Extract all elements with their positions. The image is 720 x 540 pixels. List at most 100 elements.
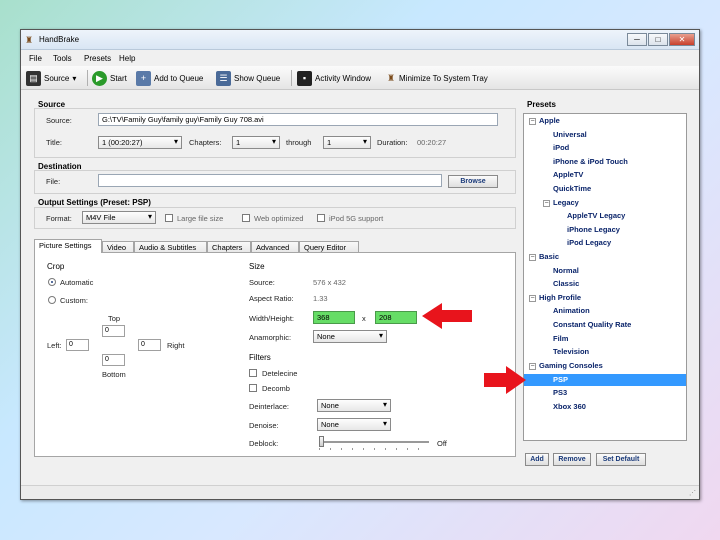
large-file-checkbox[interactable]: [165, 214, 173, 222]
detelecine-checkbox[interactable]: [249, 369, 257, 377]
red-arrow-left-annotation: [422, 303, 472, 329]
collapse-toggle-icon[interactable]: −: [529, 294, 536, 302]
deblock-value: Off: [437, 439, 447, 448]
preset-item[interactable]: Film: [553, 334, 568, 343]
collapse-toggle-icon[interactable]: −: [543, 199, 550, 207]
tray-icon: ♜: [386, 72, 396, 83]
ipod-5g-label: iPod 5G support: [329, 214, 384, 223]
crop-custom-label: Custom:: [60, 296, 88, 305]
source-button[interactable]: ▤ Source ▾: [26, 69, 76, 87]
collapse-toggle-icon[interactable]: −: [529, 362, 536, 370]
duration-value: 00:20:27: [417, 138, 447, 147]
preset-item[interactable]: Legacy: [553, 198, 579, 207]
source-path-field[interactable]: G:\TV\Family Guy\family guy\Family Guy 7…: [98, 113, 498, 126]
slider-track: [319, 441, 429, 443]
preset-item[interactable]: iPhone Legacy: [567, 225, 620, 234]
deinterlace-select[interactable]: None: [317, 399, 391, 412]
minimize-tray-button[interactable]: ♜ Minimize To System Tray: [386, 69, 488, 87]
denoise-select[interactable]: None: [317, 418, 391, 431]
aspect-ratio-value: 1.33: [313, 294, 328, 303]
denoise-label: Denoise:: [249, 421, 279, 430]
window-controls: ─ □ ✕: [627, 33, 695, 46]
duration-label: Duration:: [377, 138, 408, 147]
decomb-checkbox[interactable]: [249, 384, 257, 392]
crop-right-spinner[interactable]: 0: [138, 339, 161, 351]
handbrake-window: ♜ HandBrake ─ □ ✕ File Tools Presets Hel…: [20, 29, 700, 500]
preset-item[interactable]: Television: [553, 347, 589, 356]
large-file-label: Large file size: [177, 214, 224, 223]
crop-bottom-label: Bottom: [102, 370, 126, 379]
preset-item[interactable]: PS3: [553, 388, 567, 397]
preset-item[interactable]: Animation: [553, 306, 590, 315]
show-queue-button[interactable]: ☰ Show Queue: [216, 69, 280, 87]
preset-item[interactable]: Classic: [553, 279, 579, 288]
title-select[interactable]: 1 (00:20:27): [98, 136, 182, 149]
preset-item[interactable]: Constant Quality Rate: [553, 320, 631, 329]
preset-item[interactable]: iPod: [553, 143, 569, 152]
minimize-button[interactable]: ─: [627, 33, 647, 46]
add-preset-button[interactable]: Add: [525, 453, 549, 466]
crop-automatic-radio[interactable]: [48, 278, 56, 286]
menu-help[interactable]: Help: [119, 54, 135, 63]
picture-settings-pane: Crop Automatic Custom: Top 0 Left: 0 0 R…: [34, 252, 516, 457]
preset-item[interactable]: PSP: [524, 374, 686, 387]
preset-item[interactable]: Xbox 360: [553, 402, 586, 411]
remove-preset-button[interactable]: Remove: [553, 453, 591, 466]
preset-item[interactable]: High Profile: [539, 293, 581, 302]
decomb-label: Decomb: [262, 384, 290, 393]
handbrake-app-icon: ♜: [25, 35, 34, 45]
tab-picture-settings[interactable]: Picture Settings: [34, 239, 102, 253]
preset-item[interactable]: Apple: [539, 116, 560, 125]
close-button[interactable]: ✕: [669, 33, 695, 46]
source-button-label: Source: [44, 73, 70, 83]
size-source-value: 576 x 432: [313, 278, 346, 287]
destination-file-field[interactable]: [98, 174, 442, 187]
menu-tools[interactable]: Tools: [53, 54, 72, 63]
start-button[interactable]: ▶ Start: [92, 69, 127, 87]
preset-item[interactable]: AppleTV Legacy: [567, 211, 625, 220]
chapter-end-select[interactable]: 1: [323, 136, 371, 149]
preset-item[interactable]: Basic: [539, 252, 559, 261]
format-select[interactable]: M4V File: [82, 211, 156, 224]
add-to-queue-button[interactable]: + Add to Queue: [136, 69, 203, 87]
crop-left-spinner[interactable]: 0: [66, 339, 89, 351]
width-field[interactable]: 368: [313, 311, 355, 324]
preset-item[interactable]: Gaming Consoles: [539, 361, 603, 370]
title-label: Title:: [46, 138, 62, 147]
browse-button[interactable]: Browse: [448, 175, 498, 188]
preset-item[interactable]: iPod Legacy: [567, 238, 611, 247]
crop-header: Crop: [47, 262, 65, 271]
web-optimized-label: Web optimized: [254, 214, 304, 223]
output-settings-header: Output Settings (Preset: PSP): [38, 198, 151, 207]
maximize-button[interactable]: □: [648, 33, 668, 46]
toolbar: ▤ Source ▾ ▶ Start + Add to Queue ☰ Show…: [21, 66, 699, 90]
crop-right-label: Right: [167, 341, 185, 350]
preset-item[interactable]: iPhone & iPod Touch: [553, 157, 628, 166]
chapters-label: Chapters:: [189, 138, 222, 147]
preset-item[interactable]: QuickTime: [553, 184, 591, 193]
queue-icon: ☰: [216, 70, 231, 86]
slider-thumb[interactable]: [319, 436, 324, 447]
crop-top-spinner[interactable]: 0: [102, 325, 125, 337]
chapter-start-select[interactable]: 1: [232, 136, 280, 149]
height-field[interactable]: 208: [375, 311, 417, 324]
activity-window-button[interactable]: ▪ Activity Window: [297, 69, 371, 87]
aspect-ratio-label: Aspect Ratio:: [249, 294, 294, 303]
red-arrow-right-annotation: [484, 366, 526, 394]
ipod-5g-checkbox[interactable]: [317, 214, 325, 222]
menu-file[interactable]: File: [29, 54, 42, 63]
set-default-preset-button[interactable]: Set Default: [596, 453, 646, 466]
preset-item[interactable]: Universal: [553, 130, 587, 139]
crop-bottom-spinner[interactable]: 0: [102, 354, 125, 366]
collapse-toggle-icon[interactable]: −: [529, 254, 536, 261]
deblock-slider[interactable]: [319, 436, 429, 450]
preset-item[interactable]: AppleTV: [553, 170, 583, 179]
crop-custom-radio[interactable]: [48, 296, 56, 304]
anamorphic-select[interactable]: None: [313, 330, 387, 343]
collapse-toggle-icon[interactable]: −: [529, 118, 536, 125]
minimize-tray-label: Minimize To System Tray: [399, 73, 488, 83]
web-optimized-checkbox[interactable]: [242, 214, 250, 222]
preset-item[interactable]: Normal: [553, 266, 579, 275]
resize-grip-icon[interactable]: ⋰: [689, 489, 696, 497]
menu-presets[interactable]: Presets: [84, 54, 111, 63]
